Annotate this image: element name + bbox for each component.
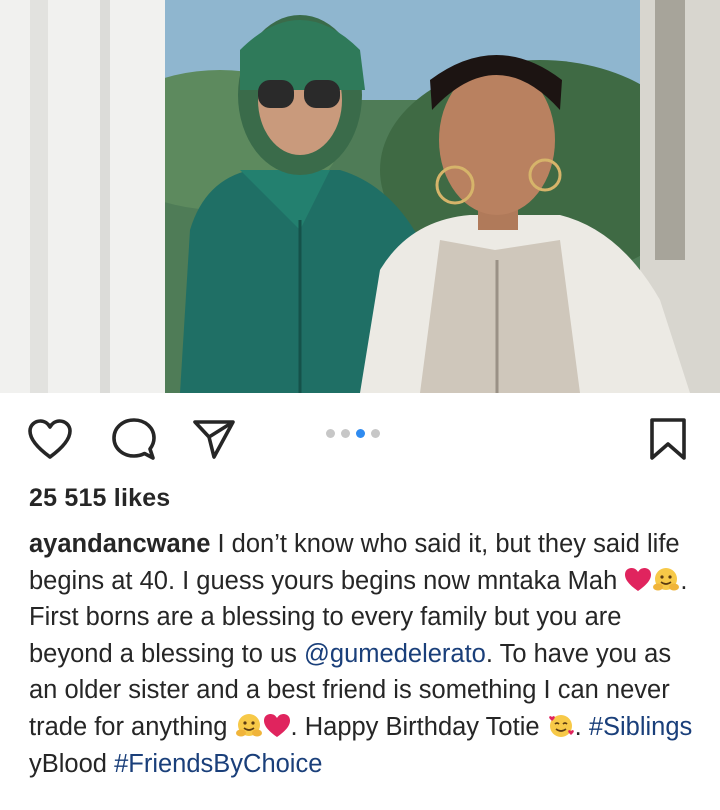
- likes-count[interactable]: 25 515 likes: [29, 484, 170, 513]
- caption-text: yBlood: [29, 749, 115, 778]
- heart-outline-icon: [28, 419, 72, 459]
- carousel-dot: [341, 429, 350, 438]
- post-photo[interactable]: [0, 0, 720, 393]
- post-action-bar: [0, 393, 720, 479]
- post-caption: ayandancwane I don’t know who said it, b…: [29, 526, 699, 782]
- red-heart-emoji: [263, 713, 290, 737]
- photo-illustration: [0, 0, 720, 393]
- caption-text: .: [574, 712, 589, 741]
- hugging-face-emoji: [235, 713, 262, 737]
- carousel-dot: [326, 429, 335, 438]
- red-heart-emoji: [625, 567, 652, 591]
- paper-plane-icon: [193, 420, 235, 459]
- caption-text: . Happy Birthday Totie: [290, 712, 547, 741]
- save-button[interactable]: [644, 415, 692, 463]
- smiling-face-with-hearts-emoji: [548, 714, 574, 737]
- share-button[interactable]: [190, 415, 238, 463]
- hugging-face-emoji: [653, 567, 680, 591]
- comment-button[interactable]: [110, 415, 158, 463]
- hashtag-link[interactable]: #Siblings: [589, 713, 692, 741]
- bookmark-outline-icon: [650, 418, 686, 460]
- like-button[interactable]: [26, 415, 74, 463]
- carousel-dot: [371, 429, 380, 438]
- mention-link[interactable]: @gumedelerato: [304, 640, 486, 668]
- hashtag-link[interactable]: #FriendsByChoice: [114, 750, 322, 778]
- carousel-dot-active: [356, 429, 365, 438]
- comment-bubble-icon: [112, 418, 156, 460]
- username-link[interactable]: ayandancwane: [29, 530, 210, 558]
- carousel-indicator: [326, 429, 380, 438]
